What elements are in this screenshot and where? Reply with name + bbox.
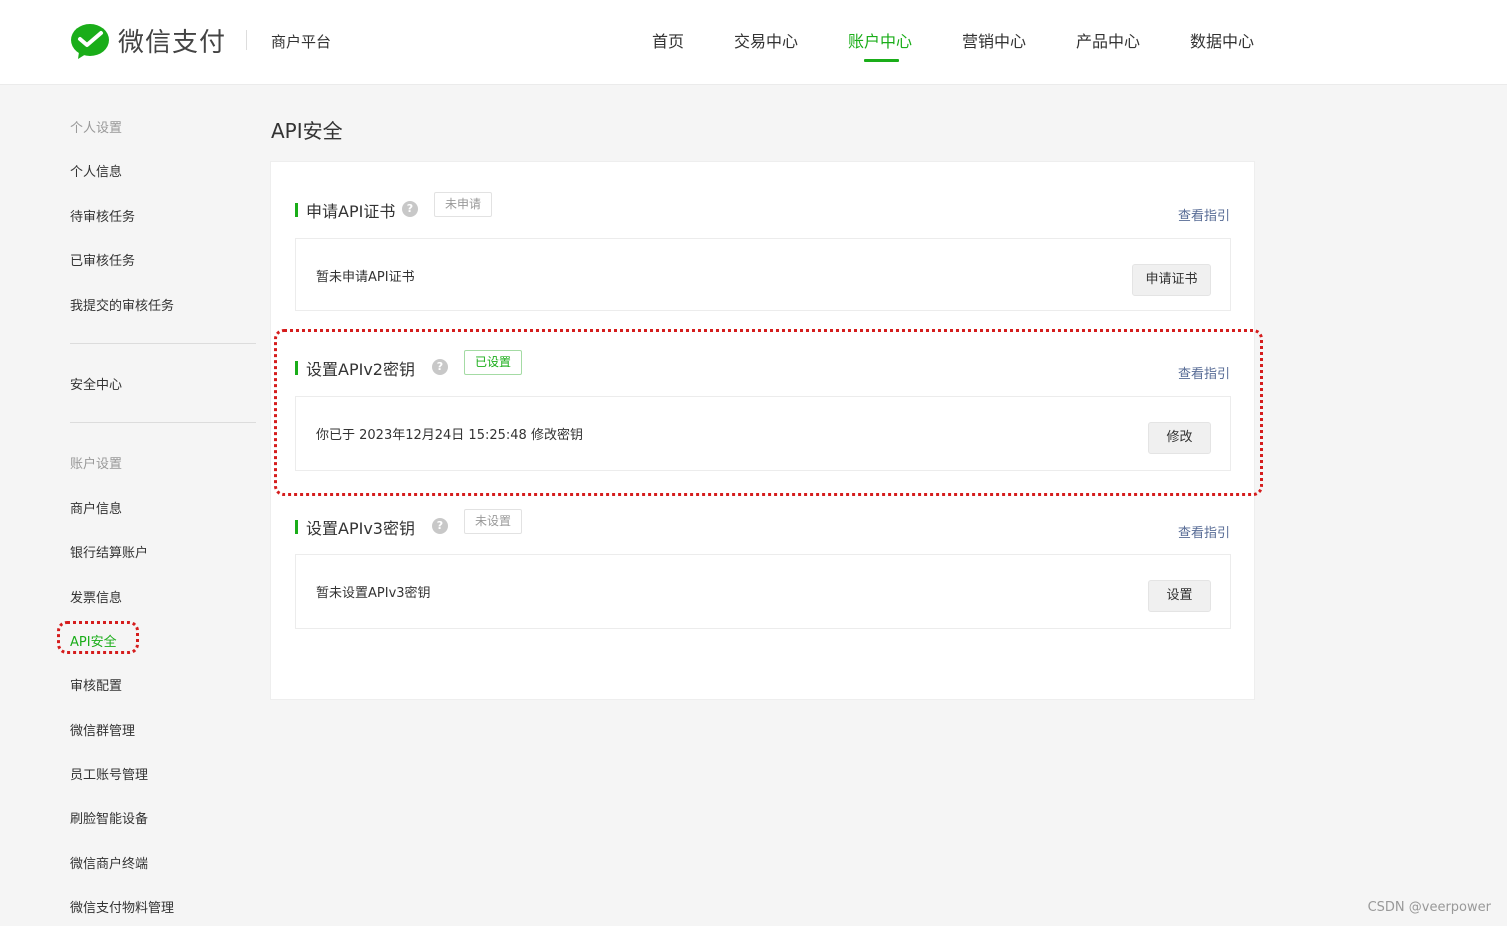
sidebar-divider (70, 343, 256, 344)
help-icon[interactable]: ? (402, 201, 418, 217)
section-api-cert-box: 暂未申请API证书 申请证书 (295, 238, 1231, 311)
set-key-button[interactable]: 设置 (1148, 580, 1211, 612)
section-bar (295, 203, 298, 217)
section-bar (295, 361, 298, 375)
sidebar-item-review-config[interactable]: 审核配置 (70, 675, 122, 694)
sidebar-group-account: 账户设置 (70, 457, 123, 472)
section-title: 申请API证书 (306, 202, 396, 221)
sidebar-group-personal: 个人设置 (70, 121, 123, 136)
wechat-pay-logo-icon[interactable] (70, 22, 110, 60)
sidebar-item-materials[interactable]: 微信支付物料管理 (70, 897, 174, 916)
section-content-text: 你已于 2023年12月24日 15:25:48 修改密钥 (316, 428, 583, 443)
sidebar-item-pending-tasks[interactable]: 待审核任务 (70, 206, 135, 225)
section-apiv3-box: 暂未设置APIv3密钥 设置 (295, 554, 1231, 629)
brand-name: 微信支付 (118, 28, 227, 58)
sidebar-item-wechat-group[interactable]: 微信群管理 (70, 720, 135, 739)
section-title: 设置APIv3密钥 (306, 519, 415, 538)
nav-products[interactable]: 产品中心 (1076, 28, 1140, 52)
section-apiv2-box: 你已于 2023年12月24日 15:25:48 修改密钥 修改 (295, 396, 1231, 471)
brand-divider (246, 30, 247, 50)
nav-home[interactable]: 首页 (652, 28, 684, 52)
top-header: 微信支付 商户平台 首页 交易中心 账户中心 营销中心 产品中心 数据中心 (0, 0, 1507, 85)
modify-key-button[interactable]: 修改 (1148, 422, 1211, 454)
sidebar-item-my-submitted-tasks[interactable]: 我提交的审核任务 (70, 295, 174, 314)
nav-active-indicator (864, 59, 899, 62)
apply-cert-button[interactable]: 申请证书 (1132, 264, 1211, 296)
nav-account-center[interactable]: 账户中心 (848, 28, 912, 52)
view-guide-link[interactable]: 查看指引 (1178, 522, 1230, 541)
api-security-panel: 申请API证书 ? 未申请 查看指引 暂未申请API证书 申请证书 设置APIv… (270, 161, 1255, 700)
sidebar-item-personal-info[interactable]: 个人信息 (70, 161, 122, 180)
help-icon[interactable]: ? (432, 518, 448, 534)
nav-data[interactable]: 数据中心 (1190, 28, 1254, 52)
sidebar-highlight-annotation (57, 621, 139, 654)
nav-transactions[interactable]: 交易中心 (734, 28, 798, 52)
sidebar-item-reviewed-tasks[interactable]: 已审核任务 (70, 250, 135, 269)
section-content-text: 暂未申请API证书 (316, 270, 415, 285)
status-badge: 未申请 (434, 192, 493, 217)
view-guide-link[interactable]: 查看指引 (1178, 205, 1230, 224)
watermark: CSDN @veerpower (1367, 900, 1491, 915)
platform-name: 商户平台 (271, 33, 332, 51)
section-content-text: 暂未设置APIv3密钥 (316, 586, 431, 601)
sidebar-item-merchant-terminal[interactable]: 微信商户终端 (70, 853, 148, 872)
view-guide-link[interactable]: 查看指引 (1178, 363, 1230, 382)
sidebar-item-merchant-info[interactable]: 商户信息 (70, 498, 122, 517)
sidebar-item-face-devices[interactable]: 刷脸智能设备 (70, 808, 148, 827)
status-badge: 未设置 (464, 509, 523, 534)
sidebar-item-security-center[interactable]: 安全中心 (70, 374, 122, 393)
nav-marketing[interactable]: 营销中心 (962, 28, 1026, 52)
sidebar-item-api-security[interactable]: API安全 (57, 621, 139, 654)
sidebar-item-bank-account[interactable]: 银行结算账户 (70, 542, 148, 561)
sidebar-item-invoice-info[interactable]: 发票信息 (70, 587, 122, 606)
section-bar (295, 520, 298, 534)
section-title: 设置APIv2密钥 (306, 360, 415, 379)
sidebar-item-staff-accounts[interactable]: 员工账号管理 (70, 764, 148, 783)
page-title: API安全 (271, 119, 343, 143)
help-icon[interactable]: ? (432, 359, 448, 375)
sidebar-divider (70, 422, 256, 423)
status-badge: 已设置 (464, 350, 523, 375)
